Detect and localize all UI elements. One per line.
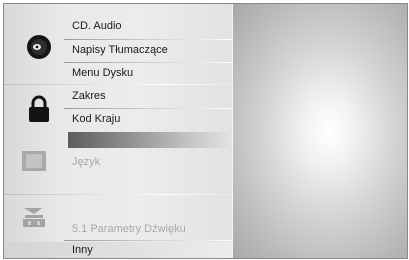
separator	[64, 240, 233, 241]
speaker-icon	[22, 206, 46, 233]
display-icon	[22, 151, 46, 176]
separator	[64, 108, 233, 109]
padlock-icon	[28, 95, 50, 128]
preview-panel	[233, 4, 407, 258]
menu-item-cd-audio[interactable]: CD. Audio	[72, 20, 122, 32]
selection-highlight	[68, 132, 233, 148]
menu-item-other[interactable]: Inny	[72, 244, 93, 256]
disc-icon	[26, 34, 52, 65]
menu-item-disc-menu[interactable]: Menu Dysku	[72, 67, 133, 79]
menu-item-rating[interactable]: Zakres	[72, 90, 106, 102]
menu-item-country-code[interactable]: Kod Kraju	[72, 113, 120, 125]
setup-menu-screen: CD. Audio Napisy Tłumaczące Menu Dysku Z…	[3, 3, 408, 259]
menu-item-language[interactable]: Język	[72, 156, 100, 168]
menu-panel: CD. Audio Napisy Tłumaczące Menu Dysku Z…	[4, 4, 233, 258]
group-divider	[4, 194, 233, 195]
separator	[64, 62, 233, 63]
menu-item-subtitles[interactable]: Napisy Tłumaczące	[72, 44, 168, 56]
separator	[64, 39, 233, 40]
menu-item-5-1-sound-settings[interactable]: 5.1 Parametry Dźwięku	[72, 223, 186, 235]
group-divider	[4, 84, 233, 85]
bottom-strip	[4, 242, 233, 258]
